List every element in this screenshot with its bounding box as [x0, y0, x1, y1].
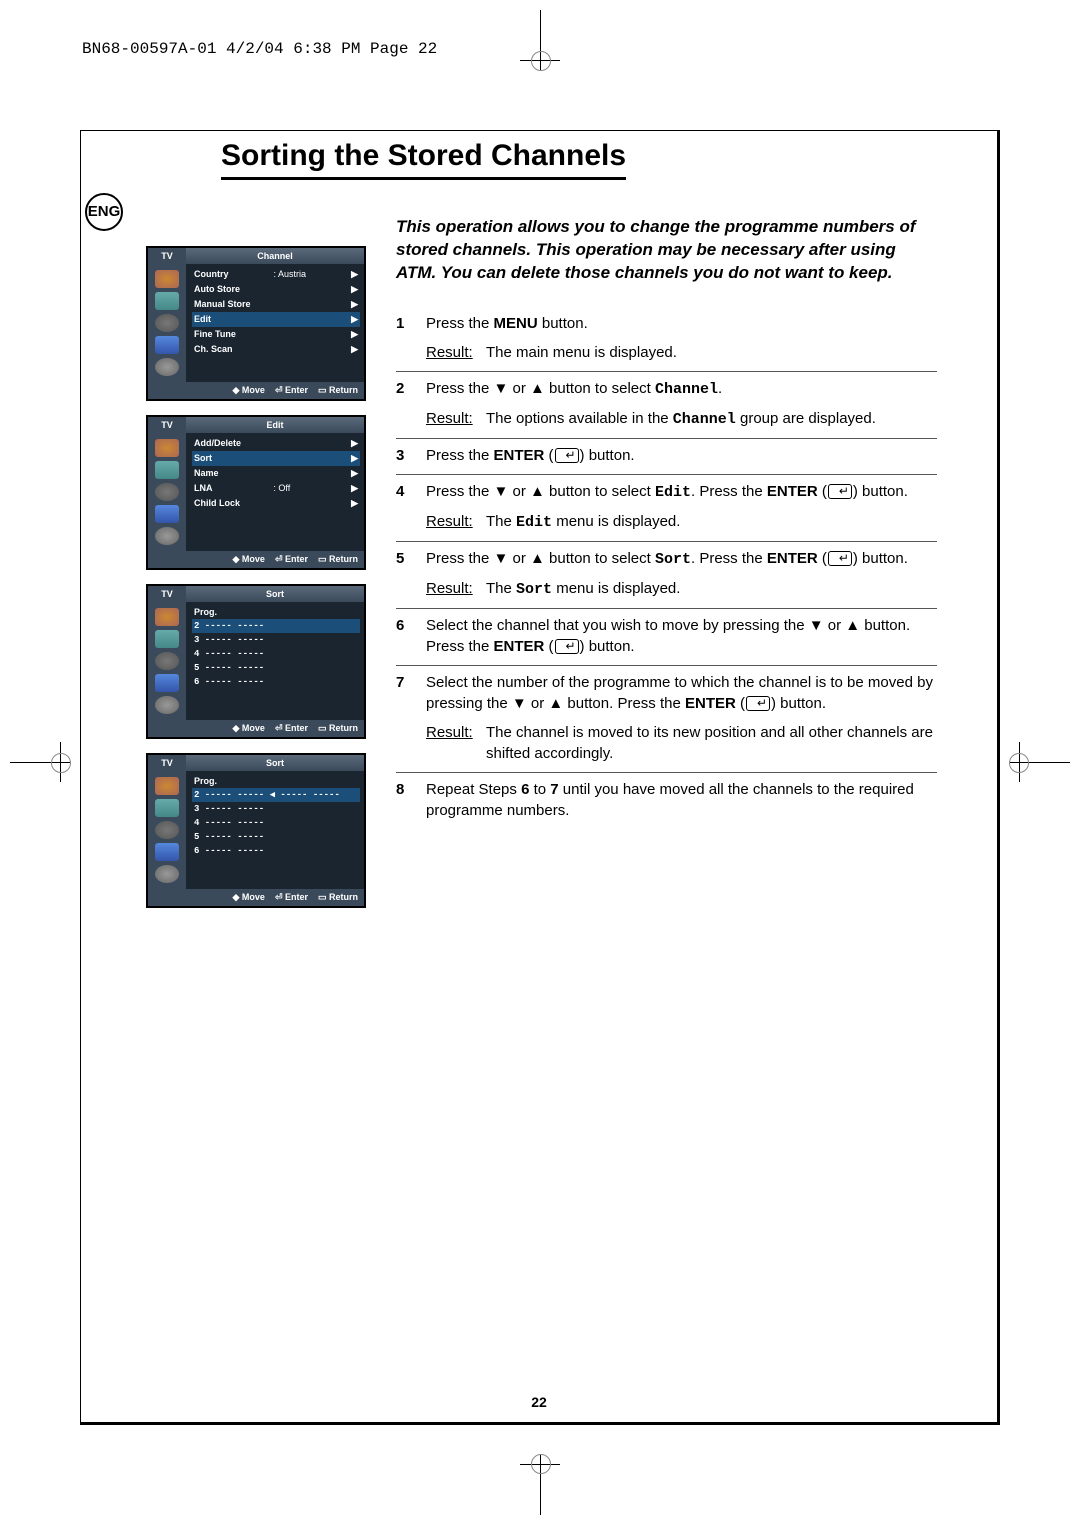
- page-title: Sorting the Stored Channels: [221, 139, 626, 180]
- setup-icon: [155, 336, 179, 354]
- osd-channel-menu: TVChannel Country: Austria▶Auto Store▶Ma…: [146, 246, 366, 401]
- osd-sort-move-menu: TVSort Prog.2 ----- ----- ◀ ----- -----3…: [146, 753, 366, 908]
- step-3: 3Press the ENTER () button.: [396, 439, 937, 475]
- osd-sort-menu: TVSort Prog.2 ----- -----3 ----- -----4 …: [146, 584, 366, 739]
- input-icon: [155, 358, 179, 376]
- picture-icon: [155, 608, 179, 626]
- lang-badge: ENG: [85, 193, 123, 231]
- osd-title: Channel: [186, 248, 364, 264]
- osd-list: Add/Delete▶Sort▶Name▶LNA: Off▶Child Lock…: [186, 433, 364, 551]
- osd-footer: ◆ Move⏎ Enter▭ Return: [148, 382, 364, 399]
- step-6: 6Select the channel that you wish to mov…: [396, 609, 937, 666]
- picture-icon: [155, 777, 179, 795]
- osd-column: TVChannel Country: Austria▶Auto Store▶Ma…: [146, 246, 366, 922]
- intro-text: This operation allows you to change the …: [396, 216, 937, 285]
- manual-page: BN68-00597A-01 4/2/04 6:38 PM Page 22 So…: [0, 0, 1080, 1525]
- page-number: 22: [81, 1394, 997, 1410]
- step-7: 7Select the number of the programme to w…: [396, 666, 937, 773]
- input-icon: [155, 865, 179, 883]
- setup-icon: [155, 674, 179, 692]
- setup-icon: [155, 505, 179, 523]
- content-area: This operation allows you to change the …: [396, 216, 937, 829]
- channel-icon: [155, 314, 179, 332]
- setup-icon: [155, 843, 179, 861]
- sound-icon: [155, 461, 179, 479]
- osd-iconbar: [148, 264, 186, 382]
- step-5: 5Press the ▼ or ▲ button to select Sort.…: [396, 542, 937, 609]
- input-icon: [155, 527, 179, 545]
- osd-list: Prog.2 ----- ----- ◀ ----- -----3 ----- …: [186, 771, 364, 889]
- picture-icon: [155, 270, 179, 288]
- step-8: 8Repeat Steps 6 to 7 until you have move…: [396, 773, 937, 829]
- picture-icon: [155, 439, 179, 457]
- channel-icon: [155, 652, 179, 670]
- osd-tv-label: TV: [148, 248, 186, 264]
- step-4: 4Press the ▼ or ▲ button to select Edit.…: [396, 475, 937, 542]
- registration-mark: [1009, 753, 1029, 773]
- osd-list: Country: Austria▶Auto Store▶Manual Store…: [186, 264, 364, 382]
- channel-icon: [155, 483, 179, 501]
- step-1: 1Press the MENU button.Result:The main m…: [396, 307, 937, 372]
- registration-mark: [51, 753, 71, 773]
- print-header: BN68-00597A-01 4/2/04 6:38 PM Page 22: [82, 40, 437, 58]
- sound-icon: [155, 799, 179, 817]
- steps-list: 1Press the MENU button.Result:The main m…: [396, 307, 937, 829]
- input-icon: [155, 696, 179, 714]
- registration-mark: [531, 51, 551, 71]
- sound-icon: [155, 630, 179, 648]
- osd-list: Prog.2 ----- -----3 ----- -----4 ----- -…: [186, 602, 364, 720]
- registration-mark: [531, 1454, 551, 1474]
- content-frame: Sorting the Stored Channels ENG TVChanne…: [80, 130, 1000, 1425]
- channel-icon: [155, 821, 179, 839]
- step-2: 2Press the ▼ or ▲ button to select Chann…: [396, 372, 937, 439]
- osd-edit-menu: TVEdit Add/Delete▶Sort▶Name▶LNA: Off▶Chi…: [146, 415, 366, 570]
- sound-icon: [155, 292, 179, 310]
